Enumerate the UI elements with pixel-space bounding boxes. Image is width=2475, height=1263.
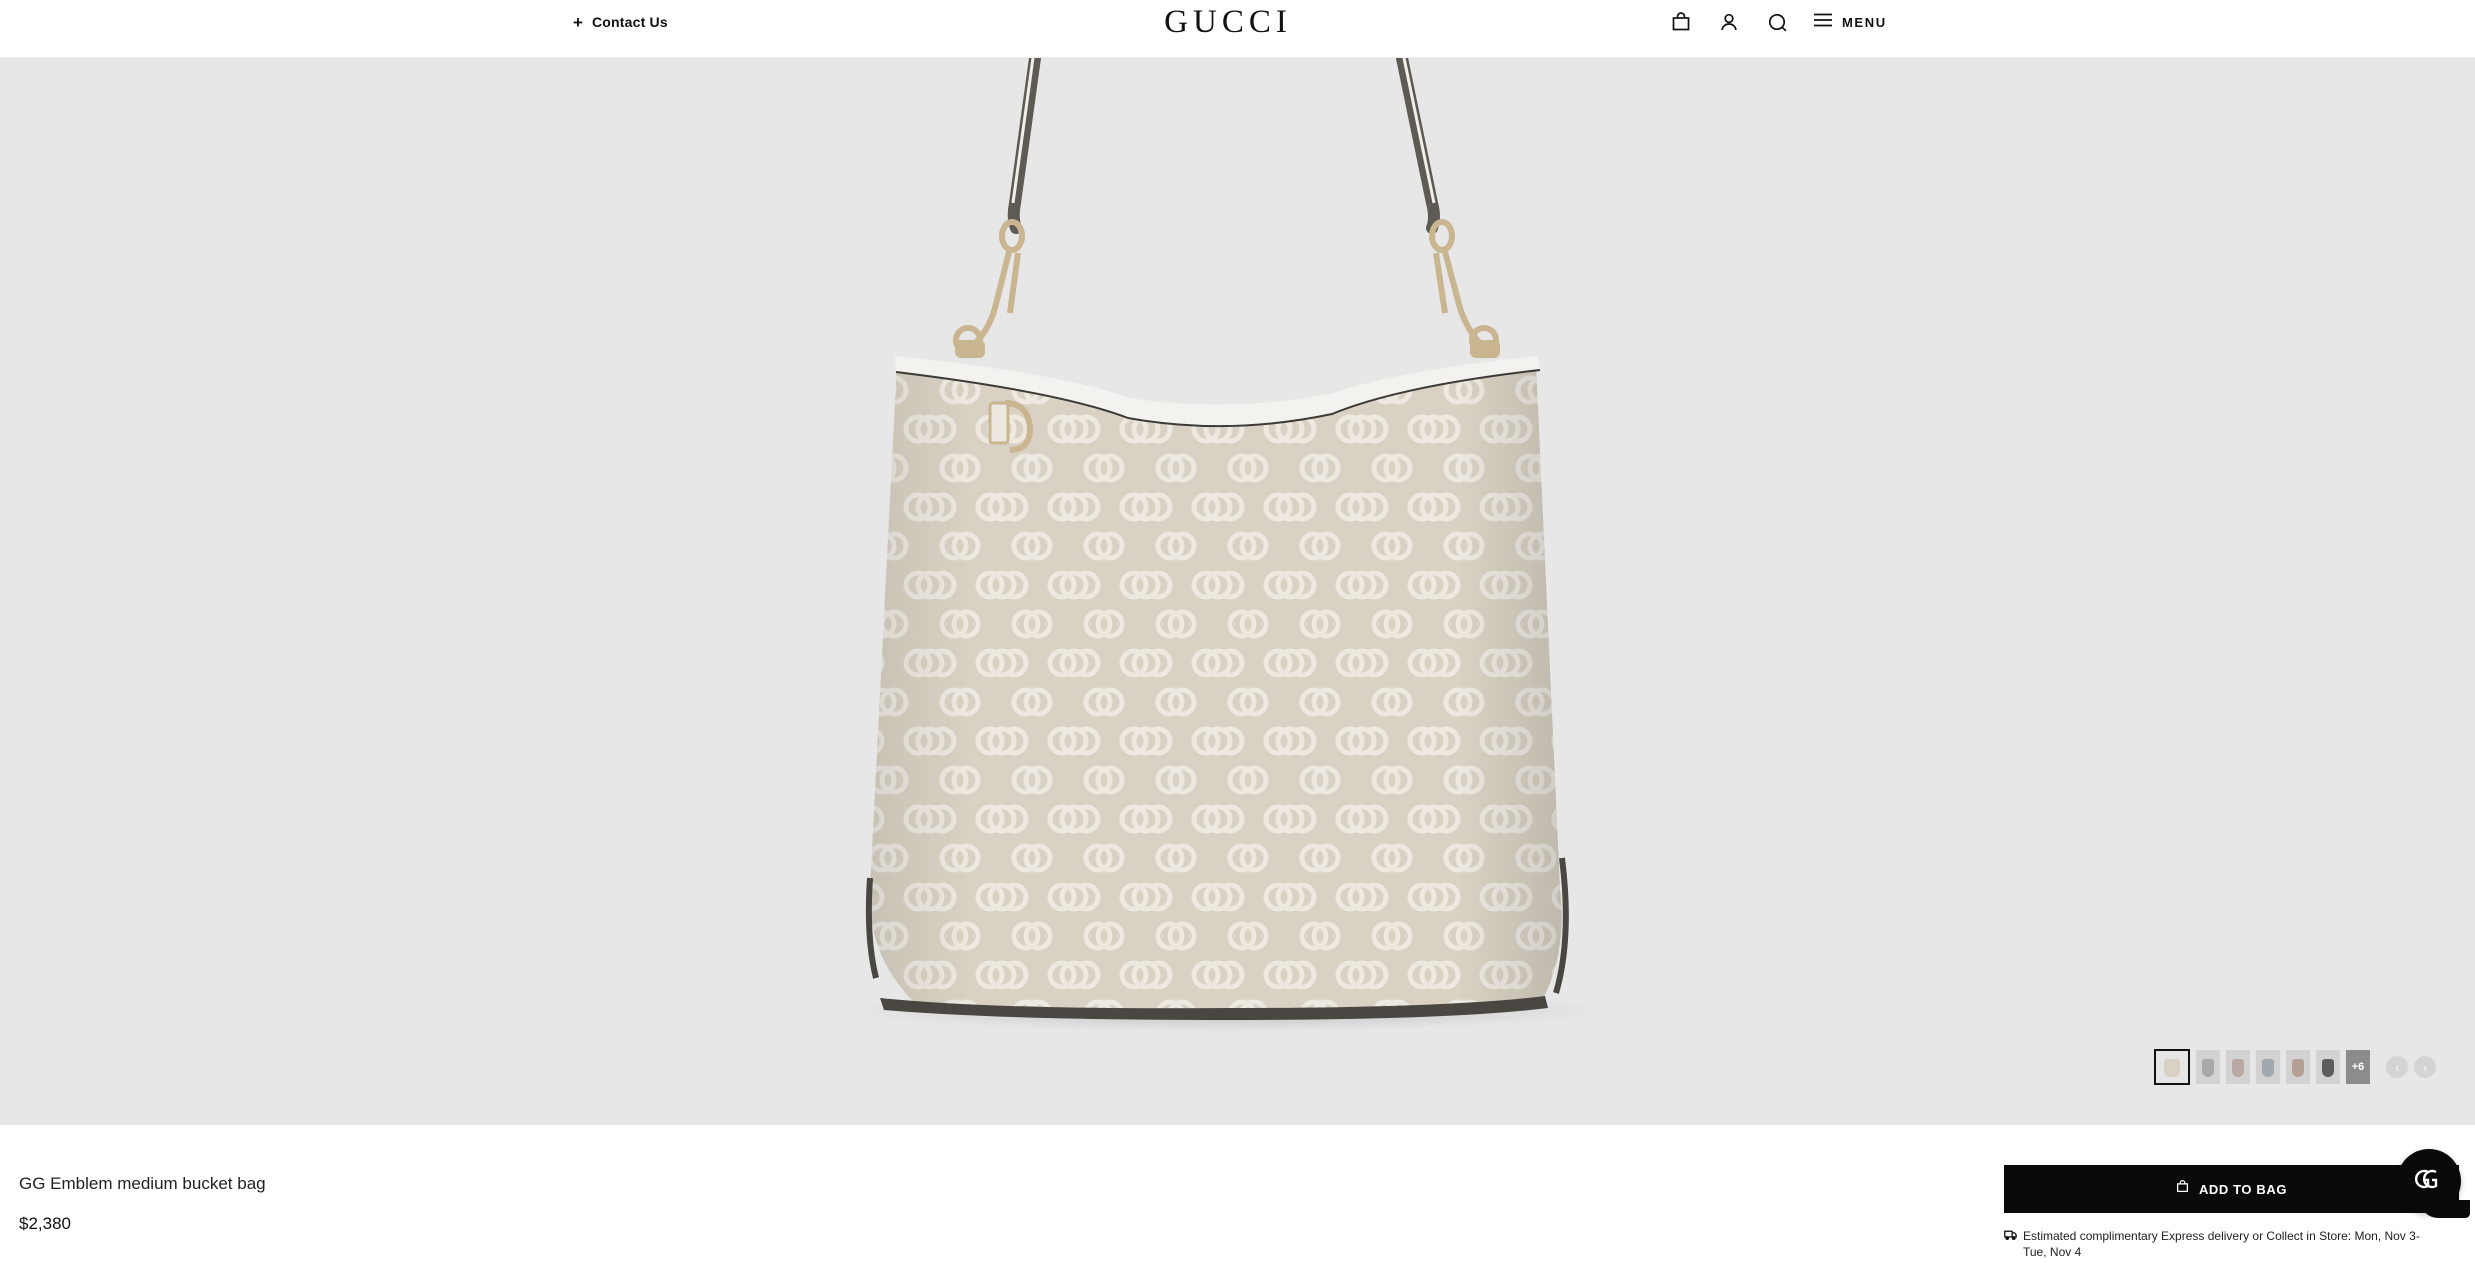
add-to-bag-button[interactable]: ADD TO BAG [2004, 1165, 2459, 1213]
hamburger-menu-icon [1814, 13, 1832, 32]
product-image-area[interactable] [0, 58, 2475, 1125]
search-icon[interactable] [1765, 10, 1789, 34]
more-images-button[interactable]: +6 [2346, 1050, 2370, 1084]
product-price: $2,380 [19, 1214, 71, 1233]
thumbnail-4[interactable] [2256, 1050, 2280, 1084]
menu-button[interactable]: MENU [1814, 10, 1887, 34]
delivery-estimate: Estimated complimentary Express delivery… [2004, 1228, 2444, 1260]
shopping-bag-icon[interactable] [1669, 10, 1693, 34]
gucci-chat-icon [2414, 1164, 2444, 1199]
add-to-bag-label: ADD TO BAG [2198, 1181, 2288, 1197]
next-image-button[interactable]: › [2414, 1056, 2436, 1078]
account-icon[interactable] [1717, 10, 1741, 34]
gallery-arrows: ‹ › [2386, 1056, 2436, 1078]
thumbnail-1[interactable] [2154, 1049, 2190, 1085]
contact-us-label: Contact Us [591, 14, 668, 30]
thumbnail-2[interactable] [2196, 1050, 2220, 1084]
product-name: GG Emblem medium bucket bag [19, 1174, 266, 1193]
thumbnail-6[interactable] [2316, 1050, 2340, 1084]
plus-icon: + [573, 12, 583, 32]
contact-us-link[interactable]: + Contact Us [573, 12, 668, 32]
previous-image-button[interactable]: ‹ [2386, 1056, 2408, 1078]
chat-button[interactable] [2397, 1149, 2461, 1213]
thumbnail-3[interactable] [2226, 1050, 2250, 1084]
bucket-bag-image [848, 58, 1608, 1032]
menu-label: MENU [1842, 14, 1887, 30]
delivery-truck-icon [2004, 1228, 2017, 1260]
gucci-logo[interactable]: GUCCI [1155, 2, 1301, 42]
shopping-bag-icon [2176, 1180, 2189, 1198]
delivery-text: Estimated complimentary Express delivery… [2023, 1229, 2420, 1259]
thumbnail-strip: +6 [2154, 1049, 2370, 1085]
thumbnail-5[interactable] [2286, 1050, 2310, 1084]
site-header: + Contact Us GUCCI MENU [0, 0, 2475, 58]
